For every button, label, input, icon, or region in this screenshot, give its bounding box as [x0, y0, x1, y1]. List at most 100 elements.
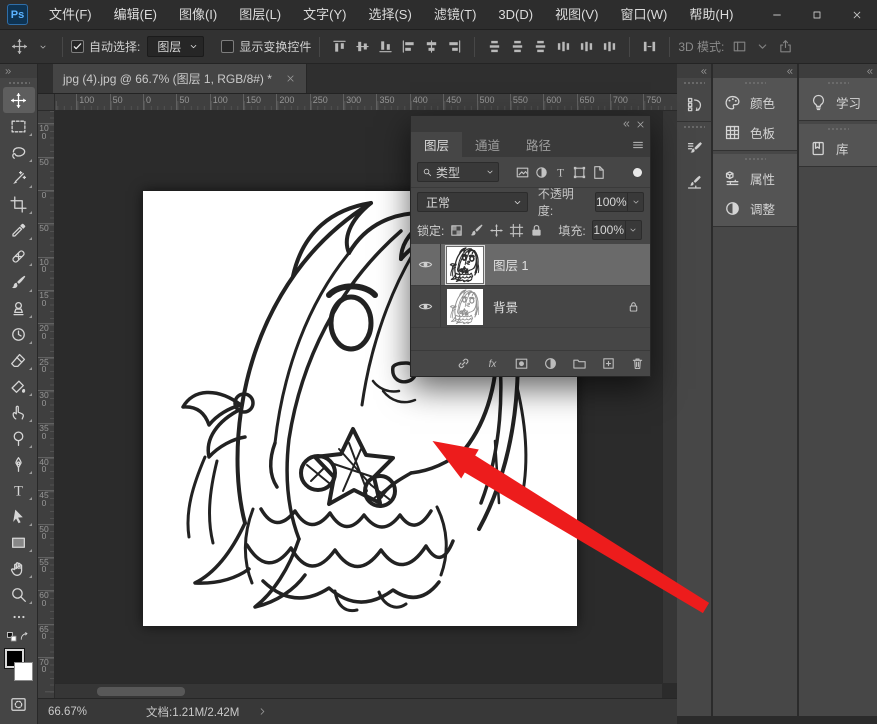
- background-color-swatch[interactable]: [14, 662, 33, 681]
- spot-healing-brush-tool[interactable]: [3, 243, 35, 269]
- pen-tool[interactable]: [3, 451, 35, 477]
- close-icon[interactable]: [635, 119, 646, 130]
- lock-icon[interactable]: [627, 300, 640, 313]
- blend-mode-dropdown[interactable]: 正常: [417, 192, 528, 212]
- layers-panel-tab[interactable]: 通道: [462, 132, 513, 157]
- layer-row[interactable]: 图层 1: [411, 244, 650, 286]
- brush-settings-panel-button[interactable]: [677, 131, 711, 165]
- distribute-right-edges-icon[interactable]: [598, 35, 621, 59]
- delete-layer-icon[interactable]: [627, 354, 647, 374]
- type-tool[interactable]: T: [3, 477, 35, 503]
- distribute-horizontal-centers-icon[interactable]: [575, 35, 598, 59]
- opacity-field[interactable]: 100%: [595, 192, 629, 212]
- menu-item-i[interactable]: 图像(I): [168, 0, 228, 30]
- panel-tab-swatches[interactable]: 色板: [713, 117, 797, 147]
- new-layer-icon[interactable]: [598, 354, 618, 374]
- distribute-bottom-edges-icon[interactable]: [529, 35, 552, 59]
- dodge-tool[interactable]: [3, 425, 35, 451]
- layer-group-icon[interactable]: [569, 354, 589, 374]
- 3d-mode-icon[interactable]: [728, 35, 751, 59]
- show-transform-checkbox[interactable]: [221, 40, 234, 53]
- adjustment-layers-icon[interactable]: [532, 162, 551, 182]
- menu-item-v[interactable]: 视图(V): [544, 0, 609, 30]
- distribute-vertical-centers-icon[interactable]: [506, 35, 529, 59]
- move-tool-icon[interactable]: [8, 35, 31, 59]
- dock-collapse[interactable]: [677, 64, 711, 78]
- eraser-tool[interactable]: [3, 347, 35, 373]
- layers-panel-tab[interactable]: 路径: [513, 132, 564, 157]
- dock-collapse[interactable]: [799, 64, 877, 78]
- lock-artboard-icon[interactable]: [506, 220, 526, 240]
- history-panel-button[interactable]: [677, 87, 711, 121]
- dock-grip[interactable]: [827, 127, 849, 131]
- lock-position-icon[interactable]: [486, 220, 506, 240]
- zoom-level-field[interactable]: 66.67%: [48, 706, 118, 718]
- layers-panel-tab[interactable]: 图层: [411, 132, 462, 157]
- dock-grip[interactable]: [744, 81, 766, 85]
- layer-thumbnail[interactable]: [447, 289, 483, 325]
- adjustment-layer-icon[interactable]: [540, 354, 560, 374]
- layer-styles-icon[interactable]: fx: [482, 354, 502, 374]
- chevron-right-icon[interactable]: [257, 706, 268, 717]
- vertical-scrollbar[interactable]: [662, 111, 677, 683]
- type-layers-icon[interactable]: T: [551, 162, 570, 182]
- rectangle-tool[interactable]: [3, 529, 35, 555]
- layer-mask-icon[interactable]: [511, 354, 531, 374]
- lock-transparency-icon[interactable]: [446, 220, 466, 240]
- horizontal-scrollbar[interactable]: [55, 683, 662, 698]
- magic-wand-tool[interactable]: [3, 165, 35, 191]
- quick-mask-button[interactable]: [3, 691, 35, 717]
- hand-tool[interactable]: [3, 555, 35, 581]
- horizontal-ruler[interactable]: 1005005010015020025030035040045050055060…: [55, 94, 677, 110]
- paint-bucket-tool[interactable]: [3, 373, 35, 399]
- default-swap-colors[interactable]: [3, 627, 35, 647]
- clone-stamp-tool[interactable]: [3, 295, 35, 321]
- close-button[interactable]: [837, 0, 877, 29]
- toolbar-grip[interactable]: [8, 81, 30, 85]
- brushes-panel-button[interactable]: [677, 165, 711, 199]
- distribute-top-edges-icon[interactable]: [483, 35, 506, 59]
- menu-item-y[interactable]: 文字(Y): [292, 0, 357, 30]
- dock-grip[interactable]: [827, 81, 849, 85]
- align-horizontal-centers-icon[interactable]: [420, 35, 443, 59]
- auto-select-target-dropdown[interactable]: 图层: [147, 36, 204, 57]
- maximize-button[interactable]: [797, 0, 837, 29]
- horizontal-scrollbar-thumb[interactable]: [97, 687, 185, 696]
- dock-grip[interactable]: [683, 81, 705, 85]
- ruler-corner[interactable]: [38, 94, 55, 110]
- brush-tool[interactable]: [3, 269, 35, 295]
- chevron-down-icon[interactable]: [628, 192, 644, 212]
- menu-item-s[interactable]: 选择(S): [357, 0, 422, 30]
- panel-tab-properties[interactable]: 属性: [713, 163, 797, 193]
- link-layers-icon[interactable]: [453, 354, 473, 374]
- hamburger-icon[interactable]: [631, 138, 645, 152]
- lasso-tool[interactable]: [3, 139, 35, 165]
- minimize-button[interactable]: [757, 0, 797, 29]
- zoom-tool[interactable]: [3, 581, 35, 607]
- chevron-down-icon[interactable]: [751, 35, 774, 59]
- menu-item-e[interactable]: 编辑(E): [103, 0, 168, 30]
- panel-tab-learn[interactable]: 学习: [799, 87, 877, 117]
- panel-tab-color[interactable]: 颜色: [713, 87, 797, 117]
- visibility-eye-icon[interactable]: [411, 286, 441, 327]
- path-selection-tool[interactable]: [3, 503, 35, 529]
- smart-objects-icon[interactable]: [589, 162, 608, 182]
- layer-name[interactable]: 图层 1: [493, 255, 528, 274]
- distribute-spacing-icon[interactable]: [638, 35, 661, 59]
- menu-item-f[interactable]: 文件(F): [38, 0, 103, 30]
- lock-pixels-icon[interactable]: [466, 220, 486, 240]
- dock-grip[interactable]: [683, 125, 705, 129]
- menu-item-w[interactable]: 窗口(W): [609, 0, 678, 30]
- smudge-tool[interactable]: [3, 399, 35, 425]
- dock-collapse[interactable]: [713, 64, 797, 78]
- history-brush-tool[interactable]: [3, 321, 35, 347]
- panel-tab-adjustments[interactable]: 调整: [713, 193, 797, 223]
- pixel-layers-icon[interactable]: [513, 162, 532, 182]
- rectangular-marquee-tool[interactable]: [3, 113, 35, 139]
- chevron-down-icon[interactable]: [626, 220, 642, 240]
- panel-tab-libraries[interactable]: 库: [799, 133, 877, 163]
- shape-layers-icon[interactable]: [570, 162, 589, 182]
- align-vertical-centers-icon[interactable]: [351, 35, 374, 59]
- fill-field[interactable]: 100%: [592, 220, 626, 240]
- eyedropper-tool[interactable]: [3, 217, 35, 243]
